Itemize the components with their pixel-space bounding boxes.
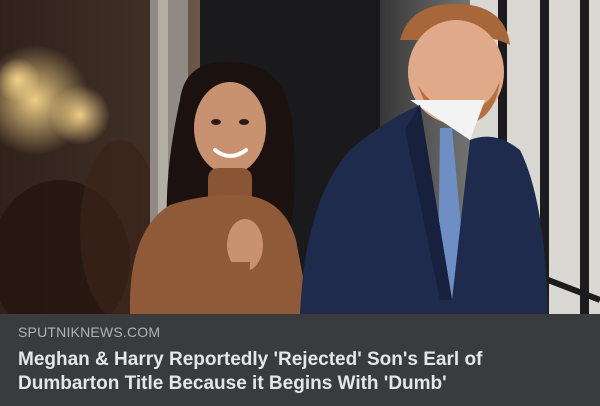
- preview-image[interactable]: [0, 0, 600, 314]
- preview-photo-illustration: [0, 0, 600, 314]
- link-preview-card[interactable]: SPUTNIKNEWS.COM Meghan & Harry Reportedl…: [0, 0, 600, 406]
- source-domain: SPUTNIKNEWS.COM: [18, 324, 161, 340]
- headline[interactable]: Meghan & Harry Reportedly 'Rejected' Son…: [18, 348, 582, 396]
- preview-meta: SPUTNIKNEWS.COM Meghan & Harry Reportedl…: [0, 314, 600, 406]
